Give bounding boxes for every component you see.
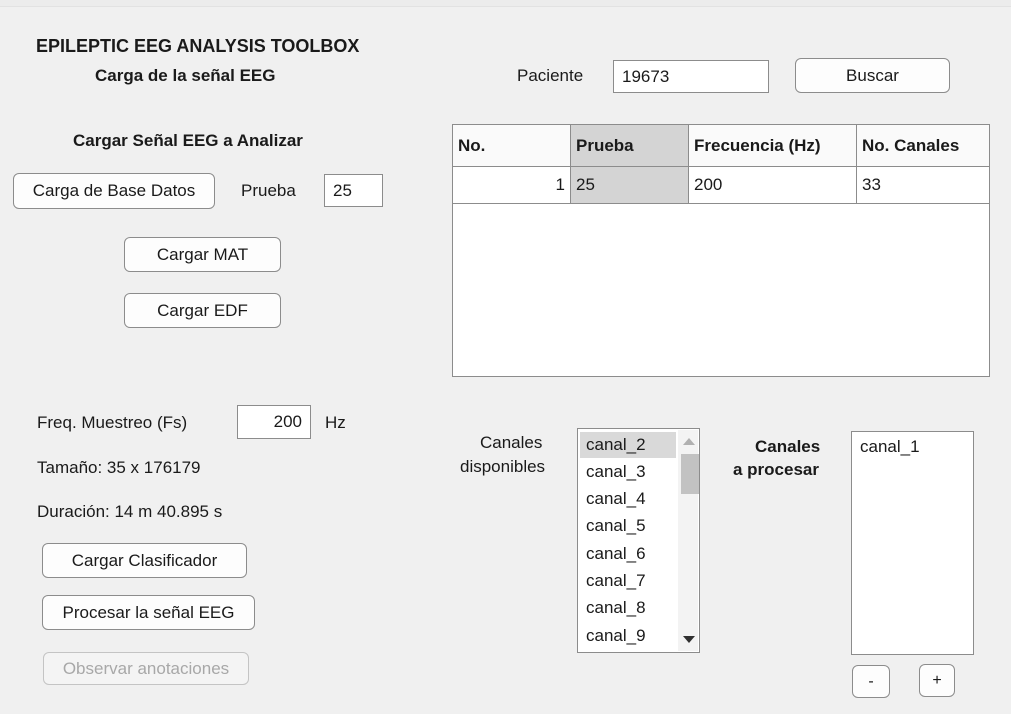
patient-label: Paciente xyxy=(517,66,584,85)
add-channel-button[interactable]: + xyxy=(919,664,955,697)
load-edf-button[interactable]: Cargar EDF xyxy=(124,293,281,328)
list-item[interactable]: canal_5 xyxy=(580,513,676,539)
column-header-frecuencia[interactable]: Frecuencia (Hz) xyxy=(689,125,857,166)
list-item[interactable]: canal_8 xyxy=(580,595,676,621)
column-header-canales[interactable]: No. Canales xyxy=(857,125,989,166)
test-value: 25 xyxy=(333,180,352,200)
table-cell-no[interactable]: 1 xyxy=(453,167,571,203)
load-mat-button[interactable]: Cargar MAT xyxy=(124,237,281,272)
list-item[interactable]: canal_9 xyxy=(580,623,676,649)
load-database-button[interactable]: Carga de Base Datos xyxy=(13,173,215,209)
scroll-up-icon[interactable] xyxy=(683,438,695,445)
recordings-table[interactable]: No. Prueba Frecuencia (Hz) No. Canales 1… xyxy=(452,124,990,377)
list-item[interactable]: canal_3 xyxy=(580,459,676,485)
fs-input[interactable]: 200 xyxy=(237,405,311,439)
test-input[interactable]: 25 xyxy=(324,174,383,207)
search-button[interactable]: Buscar xyxy=(795,58,950,93)
table-cell-canales[interactable]: 33 xyxy=(857,167,989,203)
column-header-prueba[interactable]: Prueba xyxy=(571,125,689,166)
table-header: No. Prueba Frecuencia (Hz) No. Canales xyxy=(453,125,989,167)
scroll-down-icon[interactable] xyxy=(683,636,695,643)
load-section-title: Cargar Señal EEG a Analizar xyxy=(73,131,303,150)
scrollbar-thumb[interactable] xyxy=(681,454,699,494)
list-item[interactable]: canal_6 xyxy=(580,541,676,567)
signal-size: Tamaño: 35 x 176179 xyxy=(37,458,201,477)
process-channels-list[interactable]: canal_1 xyxy=(851,431,974,655)
table-row[interactable]: 1 25 200 33 xyxy=(453,167,989,204)
process-signal-button[interactable]: Procesar la señal EEG xyxy=(42,595,255,630)
test-label: Prueba xyxy=(241,181,296,200)
process-channels-label-line2: a procesar xyxy=(733,460,819,479)
fs-value: 200 xyxy=(273,412,302,431)
window-top-strip xyxy=(0,0,1011,7)
signal-duration: Duración: 14 m 40.895 s xyxy=(37,502,223,521)
column-header-no[interactable]: No. xyxy=(453,125,571,166)
available-channels-label-line2: disponibles xyxy=(460,457,546,476)
remove-channel-button[interactable]: - xyxy=(852,665,890,698)
list-item[interactable]: canal_4 xyxy=(580,486,676,512)
app-title: EPILEPTIC EEG ANALYSIS TOOLBOX xyxy=(36,36,360,56)
load-classifier-button[interactable]: Cargar Clasificador xyxy=(42,543,247,578)
available-channels-label-line1: Canales xyxy=(480,433,543,452)
scrollbar[interactable] xyxy=(678,430,699,651)
view-annotations-button[interactable]: Observar anotaciones xyxy=(43,652,249,685)
list-item[interactable]: canal_7 xyxy=(580,568,676,594)
patient-id-value: 19673 xyxy=(622,66,670,86)
fs-label: Freq. Muestreo (Fs) xyxy=(37,413,188,432)
available-channels-list[interactable]: canal_2 canal_3 canal_4 canal_5 canal_6 … xyxy=(577,428,700,653)
page-subtitle: Carga de la señal EEG xyxy=(95,66,276,85)
table-cell-prueba[interactable]: 25 xyxy=(571,167,689,203)
patient-id-input[interactable]: 19673 xyxy=(613,60,769,93)
fs-unit: Hz xyxy=(325,413,346,432)
process-channels-label-line1: Canales xyxy=(755,437,821,456)
list-item[interactable]: canal_2 xyxy=(580,432,676,458)
list-item[interactable]: canal_1 xyxy=(854,434,964,460)
table-cell-frecuencia[interactable]: 200 xyxy=(689,167,857,203)
